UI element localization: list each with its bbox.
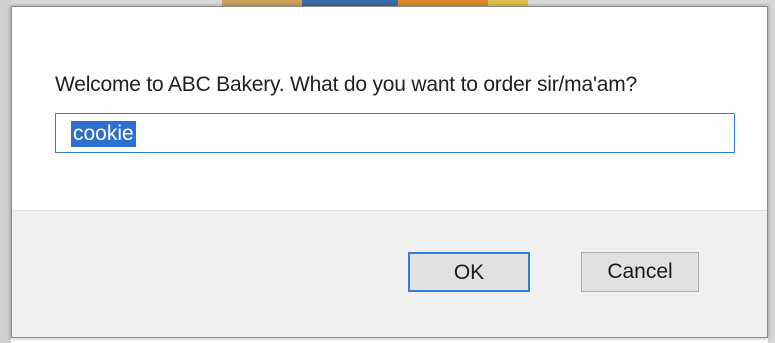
background-page-left: [0, 0, 11, 343]
input-value-selected[interactable]: cookie: [71, 121, 136, 147]
prompt-dialog: Welcome to ABC Bakery. What do you want …: [11, 6, 768, 338]
dialog-footer: OK Cancel: [12, 210, 767, 337]
dialog-body: Welcome to ABC Bakery. What do you want …: [12, 7, 767, 210]
background-page-right: [768, 0, 775, 343]
ok-button[interactable]: OK: [408, 252, 530, 292]
prompt-input[interactable]: cookie: [55, 113, 735, 153]
cancel-button[interactable]: Cancel: [581, 252, 699, 292]
prompt-message: Welcome to ABC Bakery. What do you want …: [55, 73, 638, 96]
